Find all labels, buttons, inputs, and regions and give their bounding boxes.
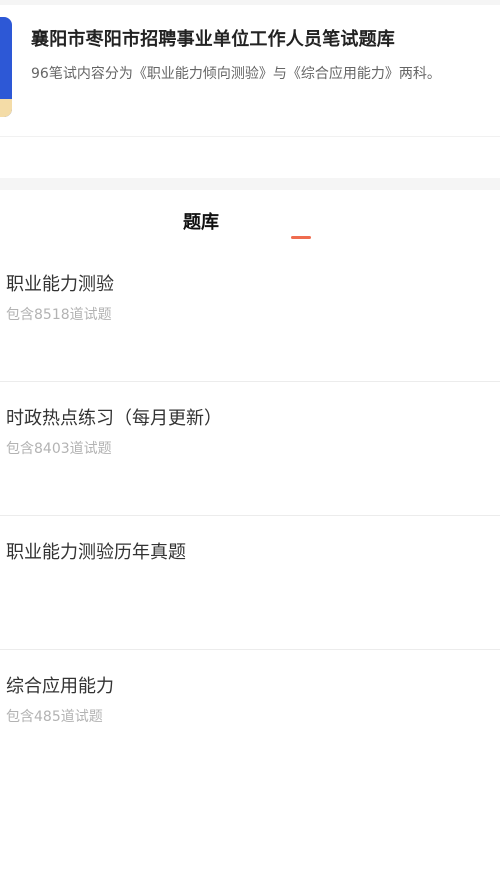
active-tab-indicator: [291, 236, 311, 239]
section-divider: [0, 178, 500, 190]
book-cover-image: [0, 17, 12, 117]
list-item-count: 包含8403道试题: [6, 441, 112, 457]
tab-bar: 题库: [0, 190, 500, 248]
list-item-past-exams[interactable]: 职业能力测验历年真题: [0, 516, 500, 650]
tab-label: 题库: [183, 212, 219, 233]
page: 襄阳市枣阳市招聘事业单位工作人员笔试题库 96笔试内容分为《职业能力倾向测验》与…: [0, 0, 500, 876]
bank-title: 襄阳市枣阳市招聘事业单位工作人员笔试题库: [31, 29, 395, 50]
list-item-title: 综合应用能力: [6, 676, 114, 697]
list-item-count: 包含8518道试题: [6, 307, 112, 323]
list-item-title: 职业能力测验: [6, 274, 114, 295]
list-item-comprehensive[interactable]: 综合应用能力 包含485道试题: [0, 650, 500, 783]
tab-question-bank[interactable]: 题库: [101, 208, 301, 234]
list-item-current-affairs[interactable]: 时政热点练习（每月更新） 包含8403道试题: [0, 382, 500, 516]
list-item-title: 职业能力测验历年真题: [6, 542, 186, 563]
bank-description: 96笔试内容分为《职业能力倾向测验》与《综合应用能力》两科。: [31, 66, 441, 82]
list-item-career-ability[interactable]: 职业能力测验 包含8518道试题: [0, 248, 500, 382]
list-item-count: 包含485道试题: [6, 709, 103, 725]
bank-header[interactable]: 襄阳市枣阳市招聘事业单位工作人员笔试题库 96笔试内容分为《职业能力倾向测验》与…: [0, 5, 500, 137]
list-item-title: 时政热点练习（每月更新）: [6, 408, 222, 429]
question-bank-list: 职业能力测验 包含8518道试题 时政热点练习（每月更新） 包含8403道试题 …: [0, 248, 500, 783]
